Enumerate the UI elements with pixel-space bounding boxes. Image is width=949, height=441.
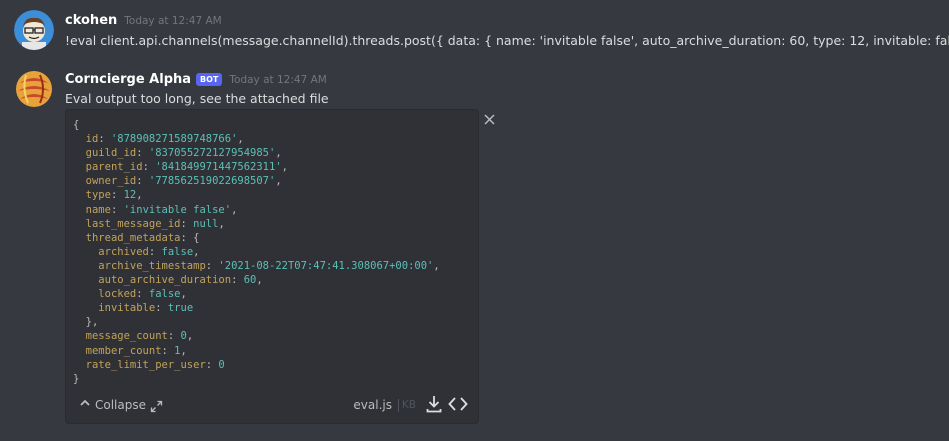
collapse-button[interactable]: Collapse [79,397,146,412]
code-line: member_count: 1, [85,344,187,357]
chat-view: ckohen Today at 12:47 AM !eval client.ap… [0,0,949,441]
code-line: id: '878908271589748766', [85,133,244,146]
code-line: thread_metadata: { [85,231,200,244]
author-name[interactable]: Corncierge Alpha [65,72,191,87]
code-line: owner_id: '778562519022698507', [85,175,282,188]
code-line: invitable: true [98,302,194,315]
code-line: } [73,372,80,385]
code-brackets-icon[interactable] [448,396,468,416]
collapse-label: Collapse [95,397,146,412]
code-line: locked: false, [98,288,187,301]
file-size: KB [401,399,416,411]
divider [398,399,399,412]
code-line: }, [73,316,99,329]
message-timestamp[interactable]: Today at 12:47 AM [124,15,221,27]
message-content: !eval client.api.channels(message.channe… [65,33,949,48]
attachment-footer: Collapse eval.js KB [66,387,478,423]
code-line: last_message_id: null, [85,217,225,230]
chevron-up-icon [79,397,95,412]
code-line: auto_archive_duration: 60, [98,274,263,287]
avatar[interactable] [14,69,54,109]
author-name[interactable]: ckohen [65,13,117,28]
code-line: rate_limit_per_user: 0 [85,358,225,371]
close-icon[interactable] [484,110,495,129]
code-line: type: 12, [85,189,143,202]
code-line: archived: false, [98,245,200,258]
code-line: guild_id: '837055272127954985', [85,147,282,160]
expand-arrows-icon[interactable] [150,398,163,417]
message-timestamp[interactable]: Today at 12:47 AM [229,74,326,86]
download-icon[interactable] [426,395,442,417]
code-line: { [73,119,80,131]
avatar[interactable] [14,10,54,50]
code-attachment: { id: '878908271589748766', guild_id: '8… [65,109,479,424]
message-content: Eval output too long, see the attached f… [65,91,329,106]
code-line: parent_id: '841849971447562311', [85,161,288,174]
code-preview: { id: '878908271589748766', guild_id: '8… [73,118,440,386]
code-line: message_count: 0, [85,330,194,343]
code-line: name: 'invitable false', [85,203,238,216]
bot-badge: BOT [196,73,223,86]
code-line: archive_timestamp: '2021-08-22T07:47:41.… [98,259,440,272]
file-name[interactable]: eval.js [353,398,392,412]
